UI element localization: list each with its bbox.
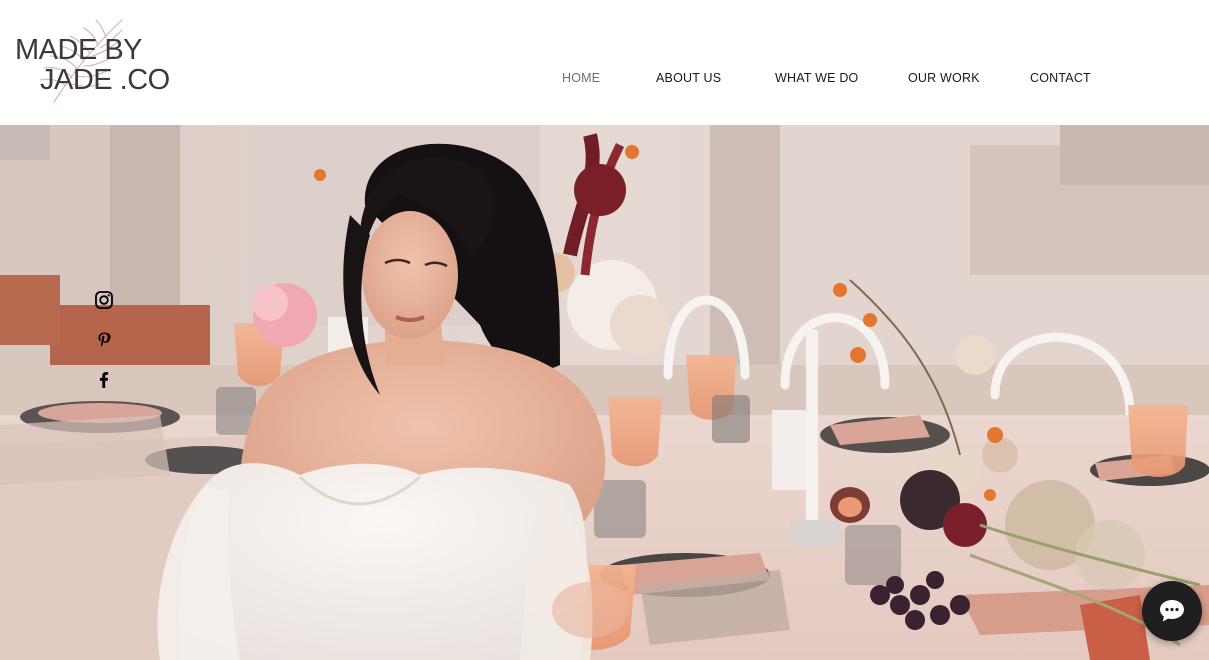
hero-photo-illustration <box>0 125 1209 660</box>
instagram-icon[interactable] <box>94 290 114 310</box>
nav-what-we-do[interactable]: WHAT WE DO <box>775 71 858 85</box>
nav-our-work[interactable]: OUR WORK <box>908 71 980 85</box>
hero-image <box>0 125 1209 660</box>
brand-name-line2: JADE .CO <box>40 64 170 96</box>
chat-bubble-icon <box>1160 600 1184 622</box>
chat-button[interactable] <box>1142 581 1202 641</box>
facebook-icon[interactable] <box>94 370 114 390</box>
brand-logo[interactable]: MADE BY JADE .CO <box>12 14 192 110</box>
nav-about-us[interactable]: ABOUT US <box>656 71 721 85</box>
nav-contact[interactable]: CONTACT <box>1030 71 1091 85</box>
brand-name-line1: MADE BY <box>15 34 143 66</box>
site-header: MADE BY JADE .CO HOME ABOUT US WHAT WE D… <box>0 0 1209 125</box>
pinterest-icon[interactable] <box>94 330 114 350</box>
nav-home[interactable]: HOME <box>562 71 600 85</box>
